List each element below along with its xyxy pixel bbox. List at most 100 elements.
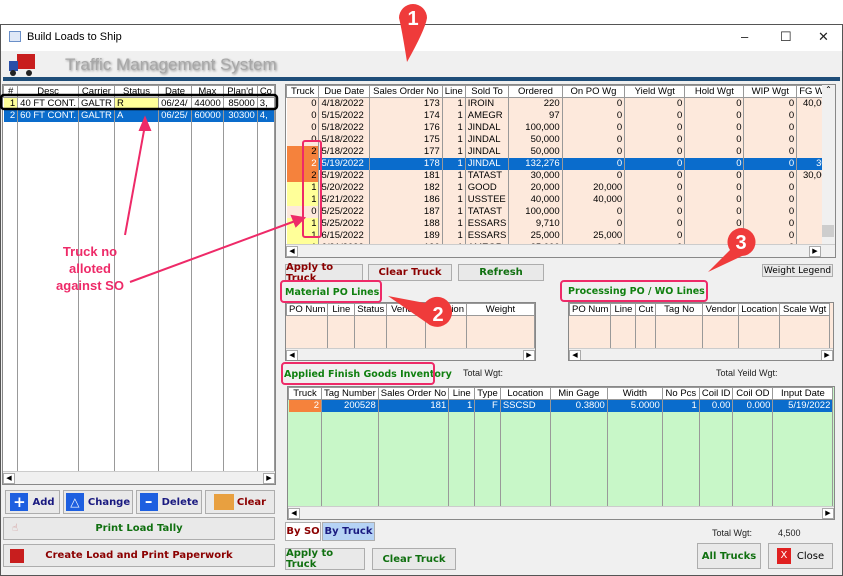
- table-row[interactable]: 0 4/18/2022 173 1 IROIN 220 0 0 0 0 40,000: [286, 97, 835, 110]
- column-header[interactable]: Co: [256, 85, 275, 98]
- column-header[interactable]: No Pcs: [661, 387, 700, 400]
- table-cell: 0: [286, 97, 320, 110]
- column-header[interactable]: Line: [448, 387, 476, 400]
- processing-po-grid[interactable]: PO Num Line Cut Tag No Vendor Location Scale W…: [568, 302, 834, 361]
- column-header[interactable]: Sold To: [464, 85, 510, 98]
- refresh-button[interactable]: Refresh: [458, 264, 544, 281]
- close-label: Close: [796, 550, 825, 562]
- table-cell: 9,710: [508, 217, 563, 230]
- column-header[interactable]: Line: [441, 85, 466, 98]
- column-header[interactable]: Truck: [288, 387, 322, 400]
- column-header[interactable]: Status: [113, 85, 160, 98]
- table-row[interactable]: 05/18/20221751JINDAL50,00000000: [286, 133, 835, 146]
- column-header[interactable]: Location: [425, 303, 467, 316]
- column-header[interactable]: Desc: [17, 85, 79, 98]
- table-row[interactable]: 16/15/20221891ESSARS25,00025,0000000: [286, 229, 835, 242]
- maximize-button[interactable]: ☐: [780, 29, 792, 45]
- apply-to-truck-button[interactable]: Apply to Truck: [285, 262, 363, 284]
- column-header[interactable]: On PO Wg: [561, 85, 626, 98]
- column-header[interactable]: Hold Wgt: [684, 85, 745, 98]
- weight-legend-button[interactable]: Weight Legend: [762, 264, 833, 277]
- material-scrollbar[interactable]: ◀ ▶: [286, 348, 535, 360]
- fg-scrollbar[interactable]: ◀ ▶: [288, 506, 834, 519]
- column-header[interactable]: Tag Number: [321, 387, 379, 400]
- column-header[interactable]: Date: [158, 85, 192, 98]
- column-header[interactable]: Cut: [635, 303, 657, 316]
- clear-truck-button[interactable]: Clear Truck: [368, 264, 452, 281]
- print-load-tally-button[interactable]: ☝ Print Load Tally: [3, 517, 275, 540]
- table-cell: 0: [562, 145, 626, 158]
- clear-button[interactable]: Clear: [205, 490, 275, 514]
- column-header[interactable]: Min Gage: [549, 387, 608, 400]
- change-button[interactable]: △ Change: [63, 490, 133, 514]
- add-button[interactable]: + Add: [5, 490, 60, 514]
- column-header[interactable]: Sales Order No: [369, 85, 443, 98]
- empty-cell: [500, 411, 551, 517]
- sales-orders-grid[interactable]: Truck Due Date Sales Order No Line Sold To Or…: [285, 84, 836, 258]
- column-header[interactable]: Yield Wgt: [624, 85, 686, 98]
- minimize-button[interactable]: –: [741, 29, 748, 44]
- orders-vscrollbar[interactable]: ⌃: [822, 85, 835, 245]
- table-row[interactable]: 25/19/20221781JINDAL132,2760000300: [286, 157, 835, 170]
- tab-by-truck[interactable]: By Truck: [322, 522, 375, 541]
- column-header[interactable]: Vendor: [386, 303, 427, 316]
- all-trucks-button[interactable]: All Trucks: [697, 543, 761, 569]
- loads-scrollbar[interactable]: ◀ ▶: [3, 471, 275, 484]
- table-row[interactable]: 15/25/20221881ESSARS9,71000000: [286, 217, 835, 230]
- delete-button[interactable]: – Delete: [136, 490, 202, 514]
- table-row[interactable]: 15/20/20221821GOOD20,00020,0000000: [286, 181, 835, 194]
- column-header[interactable]: Coil ID: [698, 387, 734, 400]
- column-header[interactable]: Width: [606, 387, 663, 400]
- orders-hscrollbar[interactable]: ◀ ▶: [286, 244, 835, 257]
- column-header[interactable]: Input Date: [772, 387, 834, 400]
- table-cell: 0.000: [732, 399, 774, 412]
- column-header[interactable]: Due Date: [318, 85, 371, 98]
- column-header[interactable]: Line: [327, 303, 356, 316]
- column-header[interactable]: Max: [190, 85, 224, 98]
- close-window-button[interactable]: ✕: [818, 29, 829, 45]
- column-header[interactable]: Scale Wgt: [779, 303, 831, 316]
- table-row[interactable]: 15/21/20221861USSTEE40,00040,0000000: [286, 193, 835, 206]
- column-header[interactable]: Type: [474, 387, 501, 400]
- column-header[interactable]: Ordered: [508, 85, 563, 98]
- table-cell: 1: [286, 181, 320, 194]
- create-load-button[interactable]: Create Load and Print Paperwork: [3, 544, 275, 567]
- close-button[interactable]: X Close: [768, 543, 833, 569]
- processing-scrollbar[interactable]: ◀ ▶: [569, 348, 833, 360]
- table-row[interactable]: 1 40 FT CONT. GALTR R 06/24/44000 85000 3,: [3, 97, 275, 110]
- column-header[interactable]: Location: [499, 387, 551, 400]
- column-header[interactable]: Sales Order No: [377, 387, 450, 400]
- tab-by-so[interactable]: By SO: [285, 522, 321, 541]
- table-row[interactable]: 05/15/20221741AMEGR9700000: [286, 109, 835, 122]
- loads-grid[interactable]: # Desc Carrier Status Date Max Plan'd Co 1 40 FT …: [2, 84, 276, 485]
- table-row[interactable]: 2 60 FT CONT. GALTR A 06/25/60000 30300 4,: [3, 109, 275, 122]
- table-row[interactable]: 2 5/19/2022 181 1 TATAST 30,000 0 0 0 0 30,000: [286, 169, 835, 182]
- empty-cell: [779, 315, 831, 349]
- fg-inventory-grid[interactable]: Truck Tag Number Sales Order No Line Type Loc…: [287, 386, 835, 520]
- column-header[interactable]: Truck: [286, 85, 320, 98]
- clear-truck-bottom-button[interactable]: Clear Truck: [372, 548, 456, 570]
- table-row[interactable]: 05/25/20221871TATAST100,00000000: [286, 205, 835, 218]
- column-header[interactable]: Coil OD: [732, 387, 774, 400]
- table-row[interactable]: 2 200528 181 1 F SSCSD 0.3800 5.0000 1 0.00 0.000 5…: [288, 399, 834, 412]
- column-header[interactable]: WIP Wgt: [743, 85, 798, 98]
- table-cell: 06/24/: [158, 97, 192, 110]
- column-header[interactable]: Line: [610, 303, 637, 316]
- column-header[interactable]: Vendor: [702, 303, 740, 316]
- column-header[interactable]: #: [3, 85, 19, 98]
- empty-cell: [3, 121, 19, 482]
- empty-cell: [610, 315, 637, 349]
- column-header[interactable]: Tag No: [655, 303, 704, 316]
- material-po-grid[interactable]: PO Num Line Status Vendor Location Weight ◀ ▶: [285, 302, 536, 361]
- table-cell: 5/25/2022: [318, 205, 371, 218]
- column-header[interactable]: Carrier: [77, 85, 115, 98]
- column-header[interactable]: Location: [738, 303, 781, 316]
- column-header[interactable]: Weight: [466, 303, 535, 316]
- column-header[interactable]: PO Num: [286, 303, 329, 316]
- table-row[interactable]: 05/18/20221761JINDAL100,00000000: [286, 121, 835, 134]
- column-header[interactable]: Plan'd: [222, 85, 258, 98]
- apply-to-truck-bottom-button[interactable]: Apply to Truck: [285, 548, 365, 570]
- column-header[interactable]: Status: [354, 303, 388, 316]
- column-header[interactable]: PO Num: [569, 303, 612, 316]
- table-row[interactable]: 25/18/20221771JINDAL50,00000000: [286, 145, 835, 158]
